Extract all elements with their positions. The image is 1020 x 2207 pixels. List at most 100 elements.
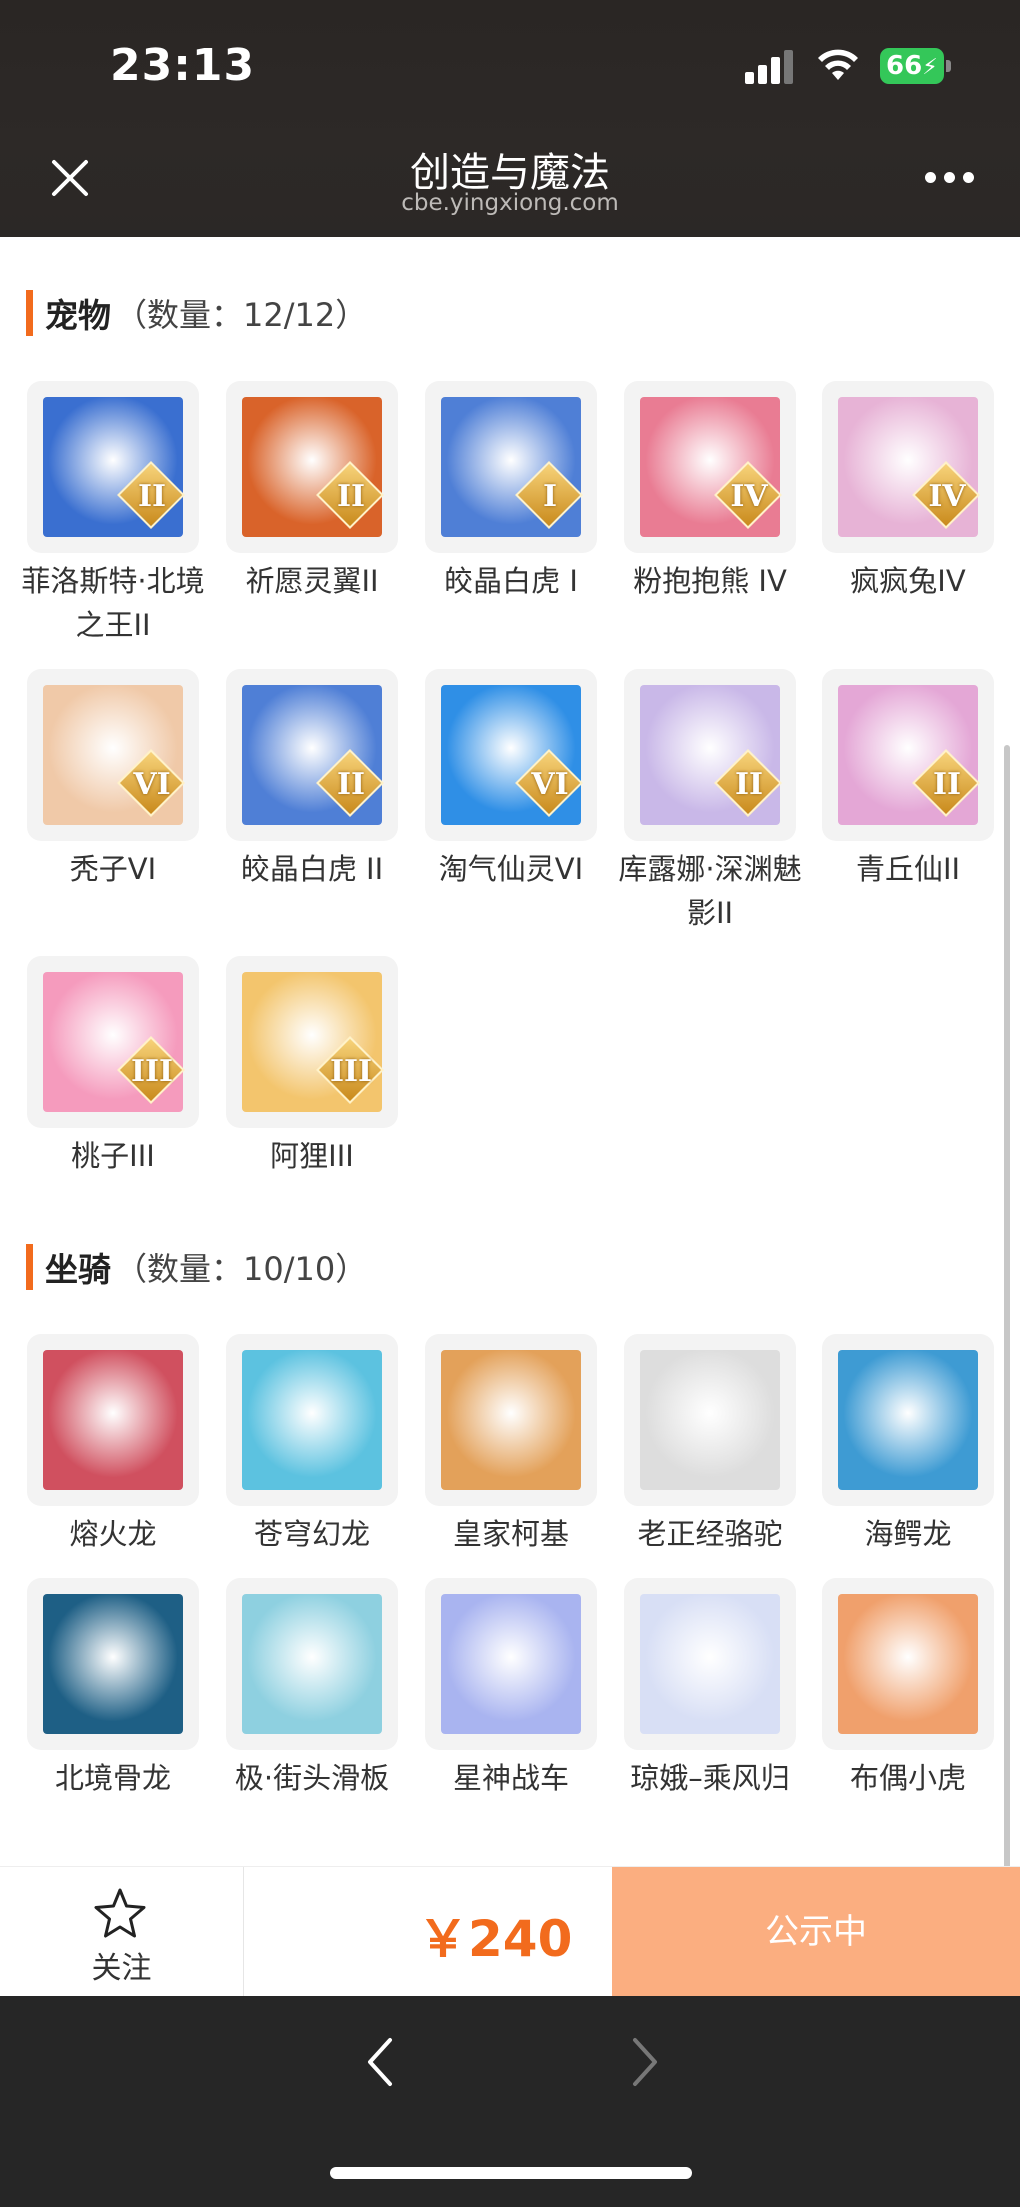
tier-badge-label: IV [928, 479, 966, 514]
more-options-icon[interactable] [925, 172, 975, 186]
status-time: 23:13 [110, 40, 256, 91]
section-accent-bar [26, 290, 33, 336]
item-thumbnail [425, 1578, 597, 1750]
item-card[interactable]: 极·街头滑板 [226, 1578, 398, 1800]
item-thumbnail: VI [27, 669, 199, 841]
item-card[interactable]: I 皎晶白虎 I [425, 381, 597, 603]
item-name: 极·街头滑板 [234, 1761, 390, 1795]
pets-section-count: （数量：12/12） [115, 296, 368, 334]
item-thumbnail: IV [822, 381, 994, 553]
item-thumbnail [624, 1334, 796, 1506]
item-thumbnail [27, 1578, 199, 1750]
item-card[interactable]: II 库露娜·深渊魅影II [618, 669, 802, 935]
item-card[interactable]: 熔火龙 [27, 1334, 199, 1556]
item-card[interactable]: 北境骨龙 [27, 1578, 199, 1800]
item-card[interactable]: 苍穹幻龙 [226, 1334, 398, 1556]
star-icon [94, 1888, 146, 1938]
item-name: 皎晶白虎 II [240, 852, 384, 886]
item-card[interactable]: VI 秃子VI [27, 669, 199, 891]
item-thumbnail [822, 1578, 994, 1750]
item-name: 库露娜·深渊魅影II [618, 852, 802, 930]
tier-badge-label: VI [531, 767, 569, 802]
lava-dragon-icon [43, 1350, 183, 1490]
item-name: 海鳄龙 [864, 1517, 952, 1551]
royal-corgi-icon [441, 1350, 581, 1490]
item-card[interactable]: II 青丘仙II [822, 669, 994, 891]
item-name: 淘气仙灵VI [438, 852, 584, 886]
public-notice-button[interactable]: 公示中 [612, 1867, 1020, 1997]
mounts-section-header: 坐骑 （数量：10/10） [26, 1244, 367, 1290]
item-name: 苍穹幻龙 [253, 1517, 370, 1551]
battery-icon: 66⚡ [880, 48, 944, 84]
battery-level: 66 [886, 51, 923, 81]
star-chariot-icon [441, 1594, 581, 1734]
back-arrow-icon[interactable] [360, 2034, 400, 2090]
wifi-icon [818, 49, 858, 80]
item-card[interactable]: II 皎晶白虎 II [226, 669, 398, 891]
bone-dragon-icon [43, 1594, 183, 1734]
item-thumbnail: III [27, 956, 199, 1128]
tier-badge-label: II [137, 479, 167, 514]
cellular-signal-icon [745, 48, 795, 84]
top-header: 23:13 66⚡ 创造与魔法 cbe.yingxiong.com [0, 0, 1020, 237]
item-name: 青丘仙II [855, 852, 961, 886]
page-url: cbe.yingxiong.com [401, 190, 619, 216]
item-card[interactable]: 海鳄龙 [822, 1334, 994, 1556]
tier-badge-label: I [542, 479, 558, 514]
home-indicator[interactable] [330, 2167, 692, 2179]
mounts-section-title: 坐骑 [45, 1250, 111, 1289]
item-card[interactable]: VI 淘气仙灵VI [425, 669, 597, 891]
scrollbar[interactable] [1004, 745, 1010, 1970]
item-name: 皎晶白虎 I [444, 564, 578, 598]
item-card[interactable]: 皇家柯基 [425, 1334, 597, 1556]
moon-fairy-icon [640, 1594, 780, 1734]
item-thumbnail: II [624, 669, 796, 841]
camel-icon [640, 1350, 780, 1490]
item-card[interactable]: IV 粉抱抱熊 IV [624, 381, 796, 603]
item-name: 阿狸III [270, 1139, 354, 1173]
item-thumbnail [624, 1578, 796, 1750]
tier-badge-label: VI [133, 767, 171, 802]
browser-toolbar [0, 1996, 1020, 2207]
price-label: ￥240 [418, 1910, 573, 1968]
bottom-action-bar: 关注 ￥240 公示中 [0, 1866, 1020, 1997]
item-thumbnail [27, 1334, 199, 1506]
item-name: 秃子VI [69, 852, 157, 886]
item-card[interactable]: IV 疯疯兔IV [822, 381, 994, 603]
item-thumbnail [822, 1334, 994, 1506]
item-name: 粉抱抱熊 IV [633, 564, 787, 598]
pets-section-header: 宠物 （数量：12/12） [26, 290, 367, 336]
section-accent-bar [26, 1244, 33, 1290]
item-name: 祈愿灵翼II [245, 564, 379, 598]
item-thumbnail: IV [624, 381, 796, 553]
item-name: 老正经骆驼 [637, 1517, 783, 1551]
item-card[interactable]: III 桃子III [27, 956, 199, 1178]
item-card[interactable]: 琼娥–乘风归 [624, 1578, 796, 1800]
forward-arrow-icon[interactable] [625, 2034, 665, 2090]
follow-button[interactable]: 关注 [0, 1867, 244, 1997]
mounts-section-count: （数量：10/10） [115, 1250, 368, 1288]
item-name: 疯疯兔IV [850, 564, 966, 598]
item-name: 熔火龙 [69, 1517, 157, 1551]
tier-badge-label: II [336, 479, 366, 514]
item-thumbnail [425, 1334, 597, 1506]
item-card[interactable]: 星神战车 [425, 1578, 597, 1800]
item-thumbnail: I [425, 381, 597, 553]
tier-badge-label: IV [730, 479, 768, 514]
tier-badge-label: II [932, 767, 962, 802]
item-card[interactable]: III 阿狸III [226, 956, 398, 1178]
tier-badge-label: II [336, 767, 366, 802]
pets-section-title: 宠物 [45, 296, 111, 335]
item-card[interactable]: 老正经骆驼 [624, 1334, 796, 1556]
item-card[interactable]: II 祈愿灵翼II [226, 381, 398, 603]
item-name: 布偶小虎 [849, 1761, 966, 1795]
sea-dragon-icon [838, 1350, 978, 1490]
item-card[interactable]: II 菲洛斯特·北境之王II [21, 381, 205, 647]
sky-dragon-icon [242, 1350, 382, 1490]
item-card[interactable]: 布偶小虎 [822, 1578, 994, 1800]
item-name: 北境骨龙 [54, 1761, 171, 1795]
follow-label: 关注 [91, 1951, 152, 1986]
item-thumbnail: II [822, 669, 994, 841]
item-thumbnail [226, 1334, 398, 1506]
item-thumbnail: II [226, 381, 398, 553]
